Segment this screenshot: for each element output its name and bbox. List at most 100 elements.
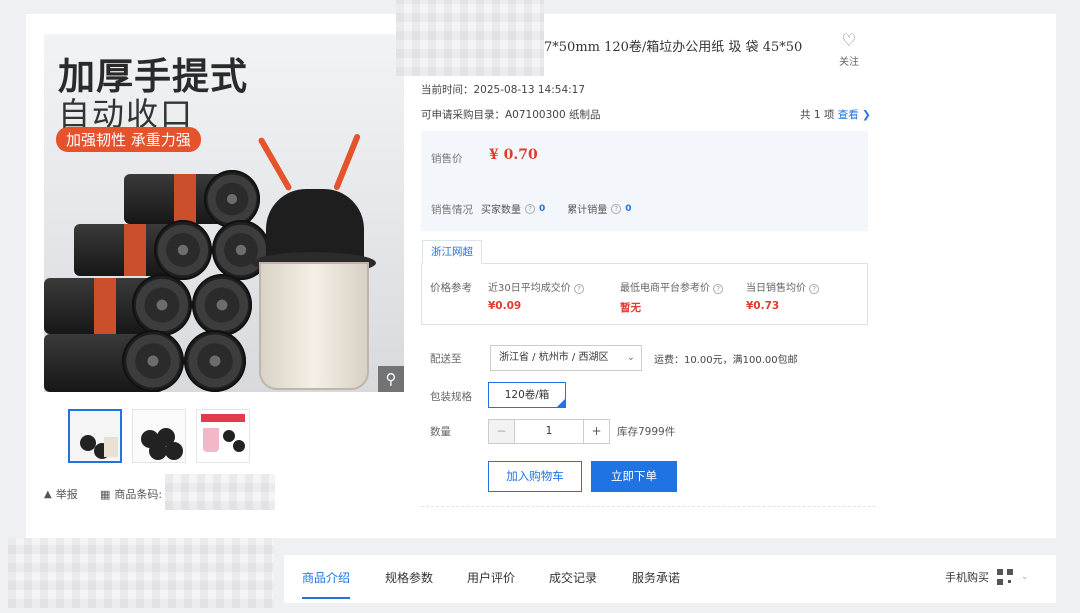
current-time-value: 2025-08-13 14:54:17 bbox=[473, 84, 586, 96]
tab-product-intro[interactable]: 商品介绍 bbox=[302, 569, 351, 599]
region-value: 浙江省 / 杭州市 / 西湖区 bbox=[499, 352, 609, 363]
ref-lowest-ecommerce: 最低电商平台参考价 ? 暂无 bbox=[620, 279, 724, 315]
total-sales-label: 累计销量 bbox=[567, 205, 608, 216]
buyers-value: 0 bbox=[539, 203, 546, 214]
thumb-bin bbox=[203, 428, 219, 452]
roll-stripe bbox=[94, 278, 116, 334]
region-select[interactable]: 浙江省 / 杭州市 / 西湖区 ⌄ bbox=[490, 345, 642, 371]
roll-end bbox=[122, 330, 184, 392]
ref-daily-value: ¥0.73 bbox=[746, 300, 780, 312]
help-icon[interactable]: ? bbox=[525, 203, 535, 214]
blurred-barcode-value bbox=[165, 474, 275, 510]
zoom-icon[interactable]: ⚲ bbox=[378, 366, 404, 392]
bag-handle bbox=[332, 133, 362, 191]
ref-avg-30d-value: ¥0.09 bbox=[488, 300, 522, 312]
blurred-title-start bbox=[396, 0, 544, 76]
thumbnail-2[interactable] bbox=[132, 409, 186, 463]
thumb-roll bbox=[223, 430, 235, 442]
spec-option-120-rolls[interactable]: 120卷/箱 bbox=[488, 382, 566, 408]
blurred-region-bottom-left bbox=[8, 538, 274, 608]
tab-service[interactable]: 服务承诺 bbox=[632, 569, 680, 586]
thumbnail-strip bbox=[68, 409, 250, 463]
product-title: 7*50mm 120卷/箱垃办公用纸 圾 袋 45*50 bbox=[544, 40, 803, 55]
chevron-right-icon: ❯ bbox=[862, 109, 871, 121]
image-badge: 加强韧性 承重力强 bbox=[56, 127, 201, 152]
ref-daily-avg: 当日销售均价 ? ¥0.73 bbox=[746, 279, 820, 312]
roll-end bbox=[184, 330, 246, 392]
barcode-label: 商品条码: bbox=[114, 488, 163, 501]
help-icon[interactable]: ? bbox=[809, 284, 820, 294]
catalog-label: 可申请采购目录： bbox=[421, 109, 505, 121]
quantity-stepper: − 1 + bbox=[488, 419, 610, 444]
thumb-banner bbox=[201, 414, 245, 422]
help-icon[interactable]: ? bbox=[611, 203, 622, 214]
mobile-buy[interactable]: 手机购买 ⌄ bbox=[945, 569, 1029, 585]
minus-button[interactable]: − bbox=[489, 420, 515, 443]
total-sales-value: 0 bbox=[625, 203, 632, 214]
roll-end bbox=[132, 274, 192, 336]
procurement-catalog: 可申请采购目录：A07100300 纸制品 bbox=[421, 107, 600, 122]
thumb-roll bbox=[165, 442, 183, 460]
current-time: 当前时间：2025-08-13 14:54:17 bbox=[421, 82, 585, 97]
sale-price: ¥ 0.70 bbox=[489, 147, 538, 163]
ref-lowest-label: 最低电商平台参考价 bbox=[620, 283, 710, 294]
catalog-view-label: 查看 bbox=[837, 109, 859, 121]
current-time-label: 当前时间： bbox=[421, 84, 474, 96]
chevron-down-icon: ⌄ bbox=[1021, 572, 1029, 582]
price-reference-label: 价格参考 bbox=[430, 282, 472, 294]
catalog-view-link[interactable]: 查看 ❯ bbox=[838, 109, 871, 121]
catalog-count-text: 共 1 项 bbox=[800, 109, 835, 121]
report-label: 举报 bbox=[55, 488, 78, 501]
price-reference-box: 价格参考 近30日平均成交价 ? ¥0.09 最低电商平台参考价 ? 暂无 当日… bbox=[421, 263, 868, 325]
barcode-icon: ▦ bbox=[100, 487, 111, 501]
qr-code-icon bbox=[997, 569, 1013, 585]
ref-daily-label: 当日销售均价 bbox=[746, 283, 806, 294]
quantity-label: 数量 bbox=[430, 426, 451, 438]
sales-label: 销售情况 bbox=[431, 204, 473, 216]
help-icon[interactable]: ? bbox=[573, 284, 584, 294]
spec-label: 包装规格 bbox=[430, 391, 472, 403]
roll-end bbox=[154, 220, 212, 280]
ref-lowest-value: 暂无 bbox=[620, 302, 641, 314]
chevron-down-icon: ⌄ bbox=[626, 352, 635, 363]
detail-tab-bar: 商品介绍 规格参数 用户评价 成交记录 服务承诺 手机购买 ⌄ bbox=[284, 555, 1056, 603]
roll-end bbox=[192, 274, 252, 336]
warning-icon: ▲ bbox=[44, 488, 52, 500]
barcode: ▦ 商品条码: bbox=[100, 486, 162, 502]
tab-reviews[interactable]: 用户评价 bbox=[467, 569, 515, 586]
price-label: 销售价 bbox=[431, 153, 463, 165]
stock-info: 库存7999件 bbox=[617, 426, 676, 438]
catalog-value: A07100300 纸制品 bbox=[505, 109, 601, 121]
tab-zhejiang-mall[interactable]: 浙江网超 bbox=[422, 240, 482, 264]
catalog-count: 共 1 项 查看 ❯ bbox=[800, 107, 871, 122]
sales-stats: 买家数量 ? 0 累计销量 ? 0 bbox=[481, 201, 632, 216]
quantity-input[interactable]: 1 bbox=[515, 420, 583, 443]
ref-avg-30d: 近30日平均成交价 ? ¥0.09 bbox=[488, 279, 584, 312]
tab-transactions[interactable]: 成交记录 bbox=[549, 569, 597, 586]
ref-avg-30d-label: 近30日平均成交价 bbox=[488, 283, 571, 294]
plus-button[interactable]: + bbox=[583, 420, 609, 443]
heart-icon: ♡ bbox=[841, 31, 857, 51]
price-box: 销售价 ¥ 0.70 销售情况 买家数量 ? 0 累计销量 ? 0 bbox=[421, 131, 868, 231]
report-link[interactable]: ▲ 举报 bbox=[44, 486, 78, 502]
thumbnail-1[interactable] bbox=[68, 409, 122, 463]
favorite-label: 关注 bbox=[839, 57, 859, 68]
roll-end bbox=[204, 170, 260, 228]
buyers-label: 买家数量 bbox=[481, 205, 521, 216]
buy-now-button[interactable]: 立即下单 bbox=[591, 461, 677, 492]
divider bbox=[421, 506, 876, 507]
main-product-image[interactable]: 加厚手提式 自动收口 加强韧性 承重力强 ⚲ bbox=[44, 34, 404, 392]
thumb-bin bbox=[104, 437, 118, 457]
roll-stripe bbox=[174, 174, 196, 224]
thumbnail-3[interactable] bbox=[196, 409, 250, 463]
help-icon[interactable]: ? bbox=[713, 284, 724, 294]
tab-specs[interactable]: 规格参数 bbox=[385, 569, 433, 586]
freight-info: 运费：10.00元，满100.00包邮 bbox=[654, 355, 798, 366]
delivery-label: 配送至 bbox=[430, 353, 462, 365]
favorite-button[interactable]: ♡ 关注 bbox=[834, 31, 864, 69]
thumb-roll bbox=[233, 440, 245, 452]
mobile-buy-label: 手机购买 bbox=[945, 571, 989, 584]
roll-stripe bbox=[124, 224, 146, 276]
add-to-cart-button[interactable]: 加入购物车 bbox=[488, 461, 582, 492]
bag-handle bbox=[257, 136, 293, 192]
